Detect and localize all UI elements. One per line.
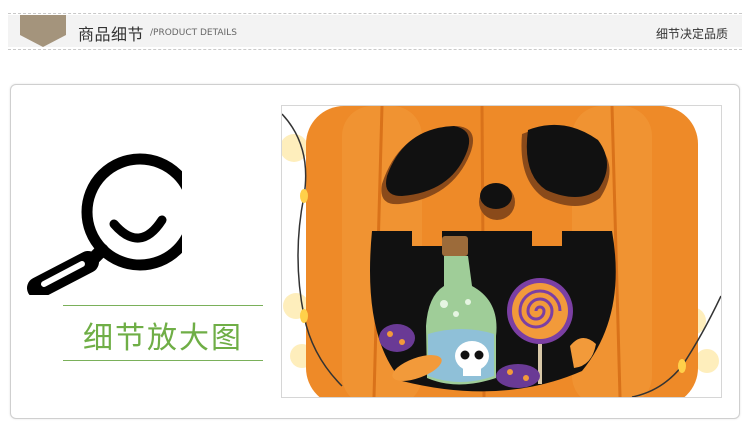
magnifier-icon [27,153,182,295]
section-subtitle: /PRODUCT DETAILS [150,28,237,38]
label-rule-bottom [63,360,263,361]
pumpkin-illustration [282,106,721,397]
ribbon-icon [20,15,66,47]
label-rule-top [63,305,263,306]
zoom-label: 细节放大图 [83,321,243,356]
section-header: 商品细节 /PRODUCT DETAILS 细节决定品质 [0,0,750,62]
section-title: 商品细节 [78,25,145,44]
detail-photo [281,105,722,398]
section-slogan: 细节决定品质 [655,27,728,41]
divider-top [8,13,742,14]
divider-bottom [8,49,742,50]
